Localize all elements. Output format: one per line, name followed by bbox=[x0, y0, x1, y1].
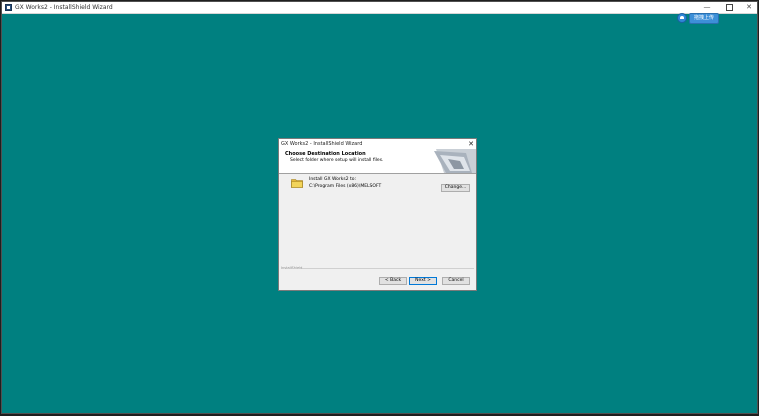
destination-path: C:\Program Files (x86)\MELSOFT bbox=[309, 184, 382, 189]
installshield-banner-icon bbox=[434, 149, 476, 173]
cancel-button[interactable]: Cancel bbox=[442, 277, 470, 285]
back-button[interactable]: < Back bbox=[379, 277, 407, 285]
change-button[interactable]: Change... bbox=[441, 184, 470, 192]
outer-titlebar[interactable]: GX Works2 - InstallShield Wizard — ✕ bbox=[2, 2, 757, 14]
outer-close-button[interactable]: ✕ bbox=[739, 2, 759, 13]
dialog-subheading: Select folder where setup will install f… bbox=[290, 158, 384, 163]
dialog-title: GX Works2 - InstallShield Wizard bbox=[281, 141, 363, 147]
dialog-titlebar[interactable]: GX Works2 - InstallShield Wizard ✕ bbox=[279, 139, 476, 149]
install-to-label: Install GX Works2 to: bbox=[309, 177, 357, 182]
cloud-upload-icon[interactable] bbox=[677, 13, 687, 23]
dialog-close-button[interactable]: ✕ bbox=[468, 139, 474, 149]
installshield-label: InstallShield bbox=[281, 266, 303, 270]
minimize-button[interactable]: — bbox=[697, 2, 717, 13]
upload-label[interactable]: 拖拽上传 bbox=[689, 12, 720, 24]
app-icon bbox=[5, 4, 12, 11]
outer-window-title: GX Works2 - InstallShield Wizard bbox=[15, 4, 113, 11]
dialog-header: Choose Destination Location Select folde… bbox=[279, 149, 476, 174]
installshield-dialog: GX Works2 - InstallShield Wizard ✕ Choos… bbox=[278, 138, 477, 291]
next-button[interactable]: Next > bbox=[409, 277, 437, 285]
maximize-icon bbox=[725, 3, 733, 11]
folder-icon bbox=[291, 179, 303, 188]
maximize-button[interactable] bbox=[719, 2, 739, 13]
upload-widget[interactable]: 拖拽上传 bbox=[677, 12, 720, 24]
footer-divider bbox=[302, 268, 474, 269]
dialog-heading: Choose Destination Location bbox=[285, 151, 366, 157]
